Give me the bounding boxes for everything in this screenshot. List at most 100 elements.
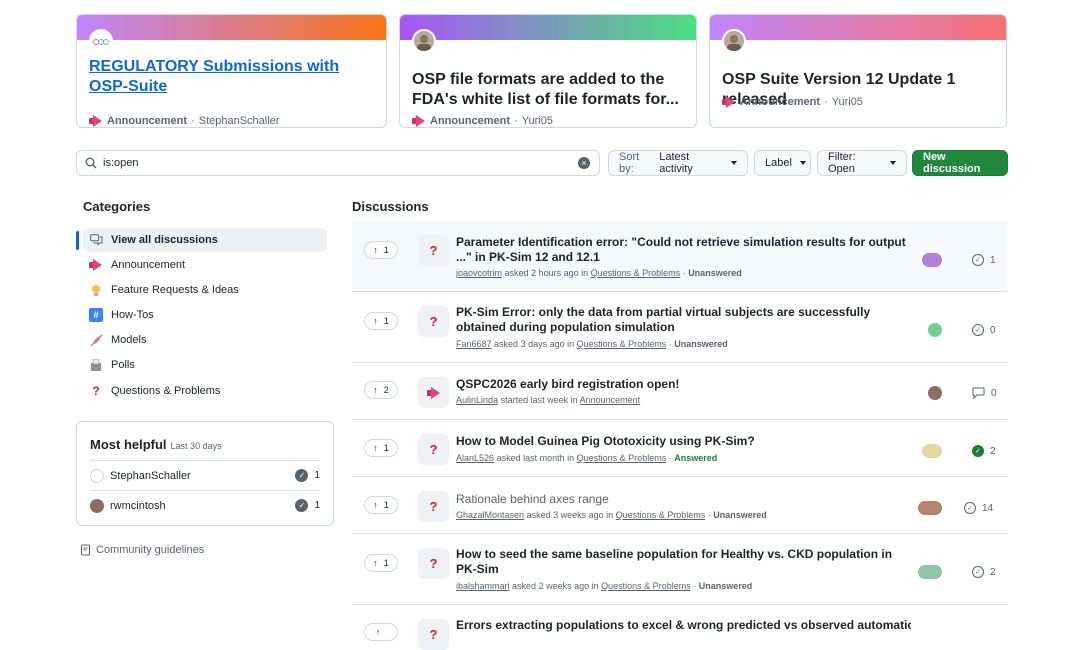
vote-count: 1 bbox=[383, 500, 389, 510]
category-label[interactable]: Announcement bbox=[740, 96, 820, 108]
card-band bbox=[77, 15, 386, 40]
author-link[interactable]: StephanSchaller bbox=[199, 115, 280, 127]
upvote-button[interactable]: ↑ 1 bbox=[364, 496, 398, 514]
hash-icon: # bbox=[89, 308, 103, 322]
question-icon: ? bbox=[418, 619, 449, 650]
sidebar-item-view-all[interactable]: View all discussions bbox=[83, 228, 327, 252]
community-guidelines-link[interactable]: Community guidelines bbox=[80, 544, 204, 556]
category-link[interactable]: Questions & Problems bbox=[601, 581, 691, 591]
pinned-card-1[interactable]: REGULATORY Submissions with OSP-Suite An… bbox=[76, 14, 387, 128]
discussion-row[interactable]: ↑ 1 ? How to seed the same baseline popul… bbox=[352, 534, 1007, 605]
new-discussion-button[interactable]: New discussion bbox=[912, 150, 1008, 176]
discussion-row[interactable]: ↑ 1 ? Rationale behind axes range GhazalM… bbox=[352, 477, 1007, 534]
discussion-row[interactable]: ↑ 2 QSPC2026 early bird registration open… bbox=[352, 363, 1007, 420]
vote-count: 1 bbox=[383, 443, 389, 453]
author-link[interactable]: AlanL526 bbox=[456, 453, 494, 463]
sidebar-item-polls[interactable]: Polls bbox=[83, 353, 327, 377]
discussion-title[interactable]: How to seed the same baseline population… bbox=[456, 547, 911, 577]
guidelines-label: Community guidelines bbox=[96, 544, 205, 556]
author-link[interactable]: ibalshammari bbox=[456, 581, 510, 591]
discussion-meta: Fan6687 asked 3 days ago in Questions & … bbox=[456, 339, 728, 349]
megaphone-icon bbox=[722, 96, 736, 108]
discussion-meta: AulinLinda started last week in Announce… bbox=[456, 395, 641, 405]
check-circle-icon: ✓ bbox=[295, 469, 309, 482]
discussion-title[interactable]: Rationale behind axes range bbox=[456, 492, 911, 507]
author-link[interactable]: Yuri05 bbox=[832, 96, 863, 108]
search-input[interactable]: is:open × bbox=[76, 150, 600, 176]
category-link[interactable]: Questions & Problems bbox=[616, 510, 706, 520]
category-label[interactable]: Announcement bbox=[107, 115, 187, 127]
participant-avatars bbox=[922, 253, 942, 267]
discussion-title[interactable]: Parameter Identification error: "Could n… bbox=[456, 235, 911, 265]
category-label[interactable]: Announcement bbox=[430, 115, 510, 127]
upvote-button[interactable]: ↑ 1 bbox=[364, 439, 398, 457]
author-link[interactable]: joaovcotrim bbox=[456, 268, 502, 278]
arrow-up-icon: ↑ bbox=[373, 558, 378, 568]
sidebar-item-feature-requests[interactable]: Feature Requests & Ideas bbox=[83, 278, 327, 302]
author-link[interactable]: AulinLinda bbox=[456, 395, 498, 405]
sort-button[interactable]: Sort by: Latest activity bbox=[608, 150, 748, 176]
sidebar-item-questions[interactable]: ? Questions & Problems bbox=[83, 379, 327, 403]
discussion-title[interactable]: Errors extracting populations to excel &… bbox=[456, 618, 911, 633]
check-circle-icon: ✓ bbox=[964, 502, 976, 514]
vote-count: 2 bbox=[383, 385, 389, 395]
helpful-user-row[interactable]: StephanSchaller ✓ 1 bbox=[90, 460, 320, 490]
discussion-row[interactable]: ↑ ? Errors extracting populations to exc… bbox=[352, 605, 1007, 650]
sidebar-item-announcement[interactable]: Announcement bbox=[83, 253, 327, 277]
author-link[interactable]: Fan6687 bbox=[456, 339, 492, 349]
megaphone-icon bbox=[89, 115, 103, 127]
category-link[interactable]: Questions & Problems bbox=[577, 453, 667, 463]
most-helpful-title: Most helpful Last 30 days bbox=[90, 437, 222, 452]
participant-avatars bbox=[918, 565, 942, 579]
pinned-title-link[interactable]: REGULATORY Submissions with OSP-Suite bbox=[89, 57, 374, 97]
helpful-user-row[interactable]: rwmcintosh ✓ 1 bbox=[90, 490, 320, 520]
arrow-up-icon: ↑ bbox=[373, 316, 378, 326]
pinned-title[interactable]: OSP file formats are added to the FDA's … bbox=[412, 70, 684, 110]
pinned-meta: Announcement · Yuri05 bbox=[722, 96, 863, 108]
participant-avatars bbox=[928, 386, 942, 400]
helpful-user-name[interactable]: rwmcintosh bbox=[110, 500, 166, 512]
categories-heading: Categories bbox=[83, 199, 151, 214]
sidebar-item-how-tos[interactable]: # How-Tos bbox=[83, 303, 327, 327]
check-circle-icon: ✓ bbox=[972, 566, 984, 578]
discussion-row[interactable]: ↑ 1 ? How to Model Guinea Pig Ototoxicity… bbox=[352, 420, 1007, 477]
avatar bbox=[722, 29, 746, 53]
check-circle-filled-icon: ✓ bbox=[972, 445, 984, 457]
pinned-card-3[interactable]: OSP Suite Version 12 Update 1 released A… bbox=[709, 14, 1007, 128]
book-icon bbox=[81, 544, 90, 556]
question-icon: ? bbox=[418, 235, 449, 266]
clear-icon[interactable]: × bbox=[578, 157, 590, 169]
check-circle-icon: ✓ bbox=[295, 499, 309, 512]
search-value: is:open bbox=[103, 157, 139, 169]
upvote-button[interactable]: ↑ 1 bbox=[364, 312, 398, 330]
pinned-card-2[interactable]: OSP file formats are added to the FDA's … bbox=[399, 14, 697, 128]
upvote-button[interactable]: ↑ 2 bbox=[364, 381, 398, 399]
filter-button[interactable]: Filter: Open bbox=[817, 150, 907, 176]
sidebar-item-label: Models bbox=[111, 334, 147, 346]
discussion-title[interactable]: How to Model Guinea Pig Ototoxicity usin… bbox=[456, 434, 911, 449]
sidebar-item-models[interactable]: Models bbox=[83, 328, 327, 352]
category-link[interactable]: Questions & Problems bbox=[577, 339, 667, 349]
helpful-user-name[interactable]: StephanSchaller bbox=[110, 470, 191, 482]
sidebar-item-label: Polls bbox=[111, 359, 135, 371]
category-link[interactable]: Questions & Problems bbox=[591, 268, 681, 278]
discussion-title[interactable]: QSPC2026 early bird registration open! bbox=[456, 377, 911, 392]
answer-count: ✓ 14 bbox=[964, 502, 993, 514]
discussion-title[interactable]: PK-Sim Error: only the data from partial… bbox=[456, 305, 911, 335]
discussion-row[interactable]: ↑ 1 ? Parameter Identification error: "Co… bbox=[352, 221, 1007, 292]
category-link[interactable]: Announcement bbox=[580, 395, 641, 405]
status-text: Answered bbox=[674, 453, 718, 463]
most-helpful-subtitle: Last 30 days bbox=[170, 441, 222, 451]
chevron-down-icon bbox=[731, 161, 737, 165]
sidebar-item-label: How-Tos bbox=[111, 309, 154, 321]
lightbulb-icon bbox=[89, 283, 103, 297]
upvote-button[interactable]: ↑ bbox=[364, 623, 398, 641]
author-link[interactable]: Yuri05 bbox=[522, 115, 553, 127]
sidebar-item-label: Announcement bbox=[111, 259, 185, 271]
discussion-row[interactable]: ↑ 1 ? PK-Sim Error: only the data from pa… bbox=[352, 292, 1007, 363]
arrow-up-icon: ↑ bbox=[373, 500, 378, 510]
upvote-button[interactable]: ↑ 1 bbox=[364, 241, 398, 259]
label-button[interactable]: Label bbox=[754, 150, 811, 176]
author-link[interactable]: GhazalMontaseri bbox=[456, 510, 524, 520]
upvote-button[interactable]: ↑ 1 bbox=[364, 554, 398, 572]
